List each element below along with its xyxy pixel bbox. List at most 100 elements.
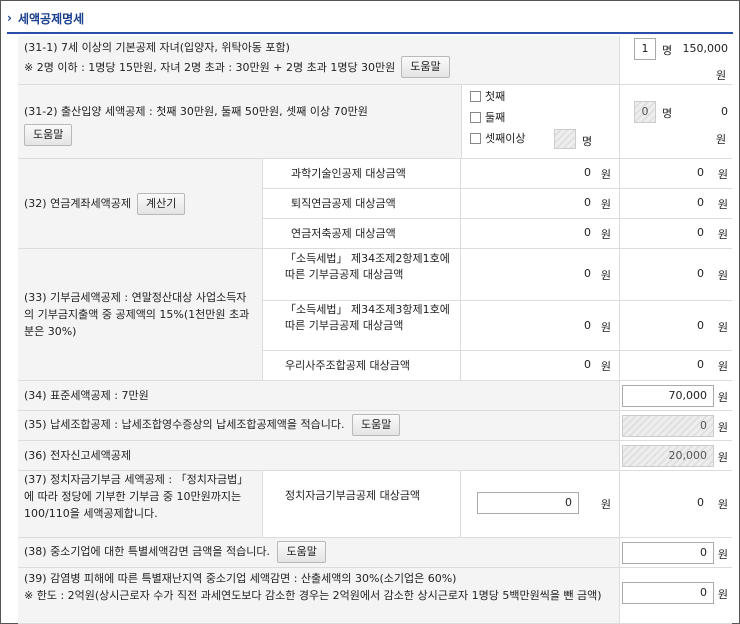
option-first[interactable]: 첫째 xyxy=(470,88,505,105)
disaster-reduction-input[interactable]: 0 xyxy=(622,582,714,604)
pension-base-amount: 0 xyxy=(584,196,591,209)
pension-credit-amount: 0 xyxy=(697,226,704,239)
people-unit: 명 xyxy=(662,44,673,57)
won-unit: 원 xyxy=(717,498,728,511)
row-38-label: (38) 중소기업에 대한 특별세액감면 금액을 적습니다. xyxy=(24,545,270,558)
row-34-value-cell: 70,000 원 xyxy=(620,381,732,411)
row-31-1-note: ※ 2명 이하 : 1명당 15만원, 자녀 2명 초과 : 30만원 + 2명… xyxy=(24,60,396,74)
pension-base-cell: 0원 xyxy=(461,159,620,189)
donation-credit-cell: 0원 xyxy=(620,351,732,381)
birth-count-input: 0 xyxy=(634,101,656,123)
row-31-2-label-cell: (31-2) 출산입양 세액공제 : 첫째 30만원, 둘째 50만원, 셋째 … xyxy=(18,85,462,159)
won-unit: 원 xyxy=(716,133,727,146)
standard-credit-input[interactable]: 70,000 xyxy=(622,385,714,407)
donation-base-amount: 0 xyxy=(584,319,591,332)
pension-item-label: 과학기술인공제 대상금액 xyxy=(291,167,406,180)
won-unit: 원 xyxy=(600,168,611,181)
won-unit: 원 xyxy=(600,198,611,211)
donation-item-label-cell: 「소득세법」 제34조제3항제1호에 따른 기부금공제 대상금액 xyxy=(263,301,461,351)
row-35-label-cell: (35) 납세조합공제 : 납세조합영수증상의 납세조합공제액을 적습니다. 도… xyxy=(18,411,620,441)
child-count-input[interactable]: 1 xyxy=(634,38,656,60)
row-39-label: (39) 감염병 피해에 따른 특별재난지역 중소기업 세액감면 : 산출세액의… xyxy=(24,572,457,585)
option-third-plus[interactable]: 셋째이상 xyxy=(470,130,525,147)
row-34-label-cell: (34) 표준세액공제 : 7만원 xyxy=(18,381,620,411)
won-unit: 원 xyxy=(717,321,728,334)
pension-credit-amount: 0 xyxy=(697,166,704,179)
row-39-note: ※ 한도 : 2억원(상시근로자 수가 직전 과세연도보다 감소한 경우는 2억… xyxy=(24,589,602,602)
people-unit: 명 xyxy=(582,135,593,148)
row-36-label: (36) 전자신고세액공제 xyxy=(24,449,132,462)
e-filing-credit-input: 20,000 xyxy=(622,445,714,467)
won-unit: 원 xyxy=(717,421,728,434)
calculator-button[interactable]: 계산기 xyxy=(137,192,186,215)
row-35-label: (35) 납세조합공제 : 납세조합영수증상의 납세조합공제액을 적습니다. xyxy=(24,418,345,431)
checkbox-icon[interactable] xyxy=(470,133,481,144)
pension-base-amount: 0 xyxy=(584,226,591,239)
help-button-31-1[interactable]: 도움말 xyxy=(401,56,450,78)
political-donation-label-cell: 정치자금기부금공제 대상금액 xyxy=(263,471,461,538)
political-credit-cell: 0 원 xyxy=(620,471,732,538)
donation-base-amount: 0 xyxy=(584,267,591,280)
row-31-2-value-cell: 0 명 0 원 xyxy=(620,85,732,159)
donation-base-cell: 0원 xyxy=(461,301,620,351)
won-unit: 원 xyxy=(717,548,728,561)
political-credit-amount: 0 xyxy=(697,496,704,509)
row-39-value-cell: 0 원 xyxy=(620,568,732,624)
help-button-35[interactable]: 도움말 xyxy=(352,414,401,436)
donation-item-label: 「소득세법」 제34조제2항제1호에 따른 기부금공제 대상금액 xyxy=(285,252,450,281)
checkbox-icon[interactable] xyxy=(470,112,481,123)
credit-table: (31-1) 7세 이상의 기본공제 자녀(입양자, 위탁아동 포함) ※ 2명… xyxy=(18,36,732,624)
third-plus-count-input xyxy=(554,129,576,149)
political-donation-input[interactable]: 0 xyxy=(477,492,579,514)
pension-base-amount: 0 xyxy=(584,166,591,179)
pension-credit-cell: 0원 xyxy=(620,159,732,189)
donation-item-label: 「소득세법」 제34조제3항제1호에 따른 기부금공제 대상금액 xyxy=(285,303,450,332)
pension-item-label-cell: 퇴직연금공제 대상금액 xyxy=(263,189,461,219)
won-unit: 원 xyxy=(600,321,611,334)
pension-base-cell: 0원 xyxy=(461,219,620,249)
donation-base-cell: 0원 xyxy=(461,249,620,301)
row-37-label: (37) 정치자금기부금 세액공제 : 「정치자금법」에 따라 정당에 기부한 … xyxy=(24,473,249,520)
pension-item-label-cell: 과학기술인공제 대상금액 xyxy=(263,159,461,189)
row-31-1-label: (31-1) 7세 이상의 기본공제 자녀(입양자, 위탁아동 포함) xyxy=(24,41,290,54)
won-unit: 원 xyxy=(716,69,727,82)
birth-order-options: 첫째 둘째 셋째이상 명 xyxy=(462,85,620,159)
donation-credit-amount: 0 xyxy=(697,267,704,280)
help-button-38[interactable]: 도움말 xyxy=(277,541,326,563)
pension-item-label: 퇴직연금공제 대상금액 xyxy=(291,197,396,210)
checkbox-icon[interactable] xyxy=(470,91,481,102)
political-donation-base-cell: 0 원 xyxy=(461,471,620,538)
pension-item-label: 연금저축공제 대상금액 xyxy=(291,227,396,240)
row-33-label: (33) 기부금세액공제 : 연말정산대상 사업소득자의 기부금지출액 중 공제… xyxy=(24,291,250,338)
row-31-1-value-cell: 1 명 150,000 원 xyxy=(620,36,732,85)
row-33-label-cell: (33) 기부금세액공제 : 연말정산대상 사업소득자의 기부금지출액 중 공제… xyxy=(18,249,263,381)
won-unit: 원 xyxy=(600,228,611,241)
row-31-2-label: (31-2) 출산입양 세액공제 : 첫째 30만원, 둘째 50만원, 셋째 … xyxy=(24,105,368,118)
child-credit-amount: 150,000 xyxy=(682,42,729,55)
help-button-31-2[interactable]: 도움말 xyxy=(24,124,73,146)
row-37-label-cell: (37) 정치자금기부금 세액공제 : 「정치자금법」에 따라 정당에 기부한 … xyxy=(18,471,263,538)
won-unit: 원 xyxy=(717,228,728,241)
political-donation-label: 정치자금기부금공제 대상금액 xyxy=(285,489,421,502)
tax-union-credit-input: 0 xyxy=(622,415,714,437)
section-divider xyxy=(7,32,733,34)
won-unit: 원 xyxy=(717,198,728,211)
row-39-label-cell: (39) 감염병 피해에 따른 특별재난지역 중소기업 세액감면 : 산출세액의… xyxy=(18,568,620,624)
won-unit: 원 xyxy=(600,498,611,511)
won-unit: 원 xyxy=(717,451,728,464)
row-34-label: (34) 표준세액공제 : 7만원 xyxy=(24,389,149,402)
won-unit: 원 xyxy=(717,269,728,282)
option-second[interactable]: 둘째 xyxy=(470,109,505,126)
donation-item-label-cell: 「소득세법」 제34조제2항제1호에 따른 기부금공제 대상금액 xyxy=(263,249,461,301)
chevron-right-icon: › xyxy=(7,11,12,25)
section-title: 세액공제명세 xyxy=(17,11,85,26)
donation-base-amount: 0 xyxy=(584,358,591,371)
pension-credit-amount: 0 xyxy=(697,196,704,209)
won-unit: 원 xyxy=(717,391,728,404)
won-unit: 원 xyxy=(600,360,611,373)
sme-reduction-input[interactable]: 0 xyxy=(622,542,714,564)
donation-item-label-cell: 우리사주조합공제 대상금액 xyxy=(263,351,461,381)
won-unit: 원 xyxy=(717,168,728,181)
pension-credit-cell: 0원 xyxy=(620,219,732,249)
row-36-label-cell: (36) 전자신고세액공제 xyxy=(18,441,620,471)
